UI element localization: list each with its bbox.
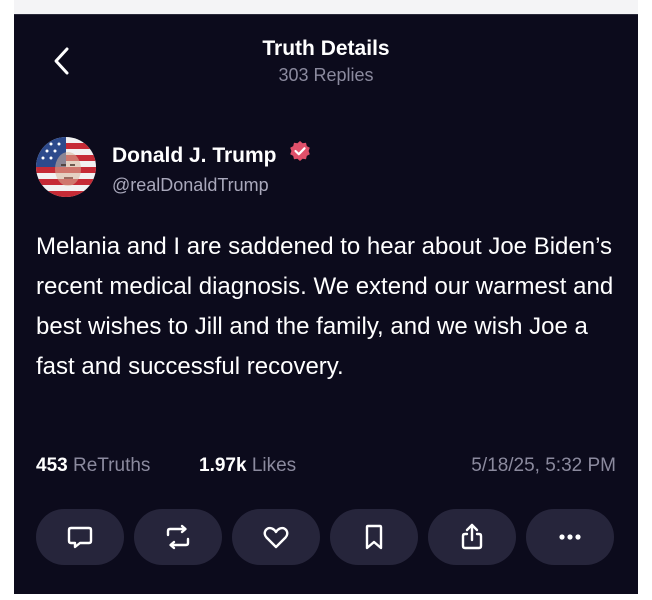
share-button[interactable] [428, 509, 516, 565]
share-icon [461, 523, 483, 550]
retruth-icon [166, 524, 190, 550]
author-name-row[interactable]: Donald J. Trump [112, 140, 312, 170]
header: Truth Details 303 Replies [14, 15, 638, 105]
likes-count: 1.97k [199, 455, 247, 476]
reply-icon [67, 526, 93, 549]
likes-stat[interactable]: 1.97k Likes [199, 455, 296, 477]
more-button[interactable] [526, 509, 614, 565]
action-bar [36, 509, 616, 567]
like-button[interactable] [232, 509, 320, 565]
verified-badge-icon [288, 140, 312, 170]
more-icon [559, 534, 581, 540]
author-name: Donald J. Trump [112, 144, 277, 168]
author-handle[interactable]: @realDonaldTrump [112, 175, 269, 196]
bookmark-button[interactable] [330, 509, 418, 565]
browser-top-strip [14, 0, 638, 15]
author-block: Donald J. Trump @realDonaldTrump [36, 137, 616, 201]
post-stats: 453 ReTruths 1.97k Likes 5/18/25, 5:32 P… [36, 455, 616, 479]
page-title: Truth Details [262, 37, 390, 60]
truth-details-screen: Truth Details 303 Replies Donald J. Trum… [14, 14, 638, 594]
heart-icon [263, 526, 289, 549]
retruth-button[interactable] [134, 509, 222, 565]
post-text: Melania and I are saddened to hear about… [36, 233, 614, 380]
likes-label: Likes [251, 455, 297, 476]
retruths-label: ReTruths [72, 455, 151, 476]
retruths-stat[interactable]: 453 ReTruths [36, 455, 150, 477]
bookmark-icon [365, 524, 383, 550]
retruths-count: 453 [36, 455, 68, 476]
reply-button[interactable] [36, 509, 124, 565]
post-timestamp: 5/18/25, 5:32 PM [471, 455, 616, 476]
avatar[interactable] [36, 137, 96, 197]
reply-count: 303 Replies [278, 65, 374, 85]
